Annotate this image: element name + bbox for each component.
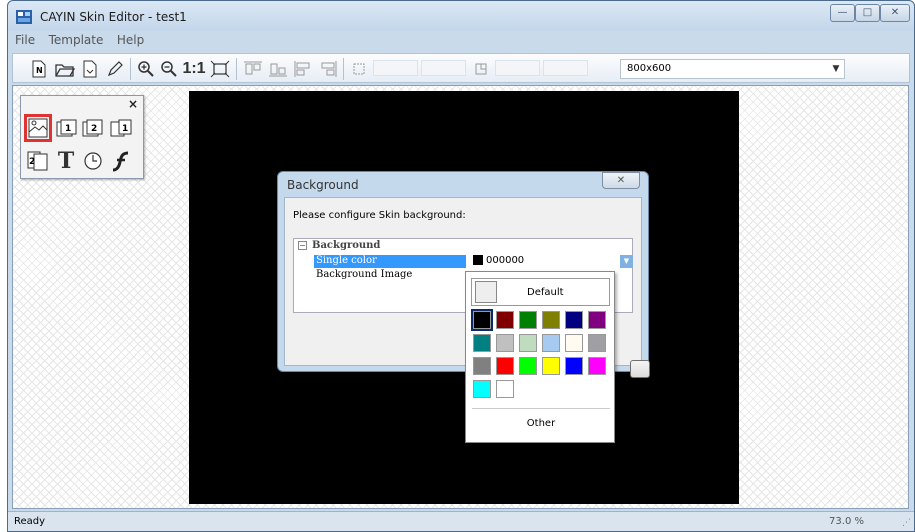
zoom-fit-icon[interactable] xyxy=(209,58,231,80)
property-group-background[interactable]: − Background xyxy=(294,240,632,254)
position-y-field xyxy=(421,60,466,76)
tool-palette: × 1 2 1 2 T xyxy=(20,95,144,179)
region2-tool-icon[interactable]: 2 xyxy=(81,117,105,141)
single-color-value-text: 000000 xyxy=(486,255,525,266)
dialog-close-button[interactable]: ✕ xyxy=(602,172,640,189)
region-tool-icon[interactable]: 2 xyxy=(26,149,50,173)
minimize-button[interactable]: — xyxy=(830,4,855,22)
svg-text:1: 1 xyxy=(122,124,128,134)
flash-tool-icon[interactable] xyxy=(109,149,133,173)
dialog-title: Background xyxy=(287,178,359,192)
color-swatch[interactable] xyxy=(565,311,583,329)
property-single-color[interactable]: Single color xyxy=(314,255,466,268)
edit-pencil-icon[interactable] xyxy=(105,58,125,80)
color-swatch[interactable] xyxy=(496,334,514,352)
size-width-field xyxy=(495,60,540,76)
other-color-button[interactable]: Other xyxy=(466,418,616,429)
color-swatch[interactable] xyxy=(565,334,583,352)
svg-text:1: 1 xyxy=(65,124,71,134)
status-text: Ready xyxy=(14,516,46,527)
size-icon xyxy=(471,58,491,80)
color-swatch[interactable] xyxy=(496,380,514,398)
chevron-down-icon[interactable]: ▼ xyxy=(828,60,844,78)
color-swatch[interactable] xyxy=(565,357,583,375)
menu-file[interactable]: File xyxy=(10,31,40,49)
toolbar: N 1:1 800x600 ▼ xyxy=(12,53,910,83)
zoom-actual-size-button[interactable]: 1:1 xyxy=(181,58,207,80)
palette-close-icon[interactable]: × xyxy=(128,97,138,111)
color-swatch[interactable] xyxy=(473,334,491,352)
zoom-out-icon[interactable] xyxy=(159,58,179,80)
color-swatch[interactable] xyxy=(542,357,560,375)
chevron-down-icon[interactable]: ▼ xyxy=(620,255,633,268)
svg-text:2: 2 xyxy=(29,157,35,167)
resize-grip-icon[interactable]: ⋰ xyxy=(902,518,911,528)
color-swatch[interactable] xyxy=(471,309,493,331)
svg-text:2: 2 xyxy=(91,124,97,134)
color-swatch[interactable] xyxy=(473,380,491,398)
open-folder-icon[interactable] xyxy=(53,58,77,80)
property-background-image[interactable]: Background Image xyxy=(314,269,466,282)
toolbar-separator xyxy=(343,58,344,80)
window-title: CAYIN Skin Editor - test1 xyxy=(40,10,187,24)
menu-bar: File Template Help xyxy=(10,31,912,49)
zoom-in-icon[interactable] xyxy=(136,58,156,80)
color-picker-popup: Default Other xyxy=(465,271,615,443)
color-swatch[interactable] xyxy=(473,357,491,375)
save-file-icon[interactable] xyxy=(80,58,100,80)
align-right-icon xyxy=(317,58,339,80)
maximize-button[interactable]: □ xyxy=(855,4,880,22)
color-swatch[interactable] xyxy=(588,334,606,352)
default-color-button[interactable]: Default xyxy=(471,278,610,306)
single-color-value[interactable]: 000000 ▼ xyxy=(473,255,633,268)
color-swatch[interactable] xyxy=(519,311,537,329)
divider xyxy=(472,408,610,409)
current-color-swatch xyxy=(473,255,483,265)
status-bar: Ready 73.0 % ⋰ xyxy=(8,511,914,531)
menu-template[interactable]: Template xyxy=(44,31,109,49)
zoom-level: 73.0 % xyxy=(829,516,864,527)
toolbar-separator xyxy=(236,58,237,80)
background-tool-icon[interactable] xyxy=(24,114,52,142)
window-close-button[interactable]: ✕ xyxy=(880,4,910,22)
color-swatch[interactable] xyxy=(496,311,514,329)
property-group-label: Background xyxy=(312,240,381,251)
color-swatch[interactable] xyxy=(496,357,514,375)
align-top-icon xyxy=(242,58,264,80)
ok-button[interactable] xyxy=(630,360,650,378)
position-icon xyxy=(349,58,369,80)
default-color-swatch xyxy=(475,281,497,303)
clock-tool-icon[interactable] xyxy=(81,149,105,173)
menu-help[interactable]: Help xyxy=(112,31,149,49)
resolution-select[interactable]: 800x600 xyxy=(620,59,845,79)
color-swatch[interactable] xyxy=(588,357,606,375)
align-left-icon xyxy=(292,58,314,80)
color-swatch[interactable] xyxy=(542,334,560,352)
dialog-prompt: Please configure Skin background: xyxy=(293,210,466,221)
color-swatch[interactable] xyxy=(519,334,537,352)
app-icon xyxy=(16,10,32,24)
new-file-icon[interactable]: N xyxy=(30,58,48,80)
color-swatch[interactable] xyxy=(542,311,560,329)
color-swatch[interactable] xyxy=(519,357,537,375)
region1-tool-icon[interactable]: 1 xyxy=(55,117,79,141)
collapse-toggle-icon[interactable]: − xyxy=(298,241,307,250)
position-x-field xyxy=(373,60,418,76)
size-height-field xyxy=(543,60,588,76)
svg-text:N: N xyxy=(36,66,43,75)
text-tool-icon[interactable]: T xyxy=(54,148,78,174)
default-color-label: Default xyxy=(527,287,564,298)
video-tool-icon[interactable]: 1 xyxy=(109,117,133,141)
color-swatch[interactable] xyxy=(588,311,606,329)
toolbar-separator xyxy=(130,58,131,80)
title-bar[interactable]: CAYIN Skin Editor - test1 — □ ✕ xyxy=(8,1,914,31)
align-bottom-icon xyxy=(267,58,289,80)
